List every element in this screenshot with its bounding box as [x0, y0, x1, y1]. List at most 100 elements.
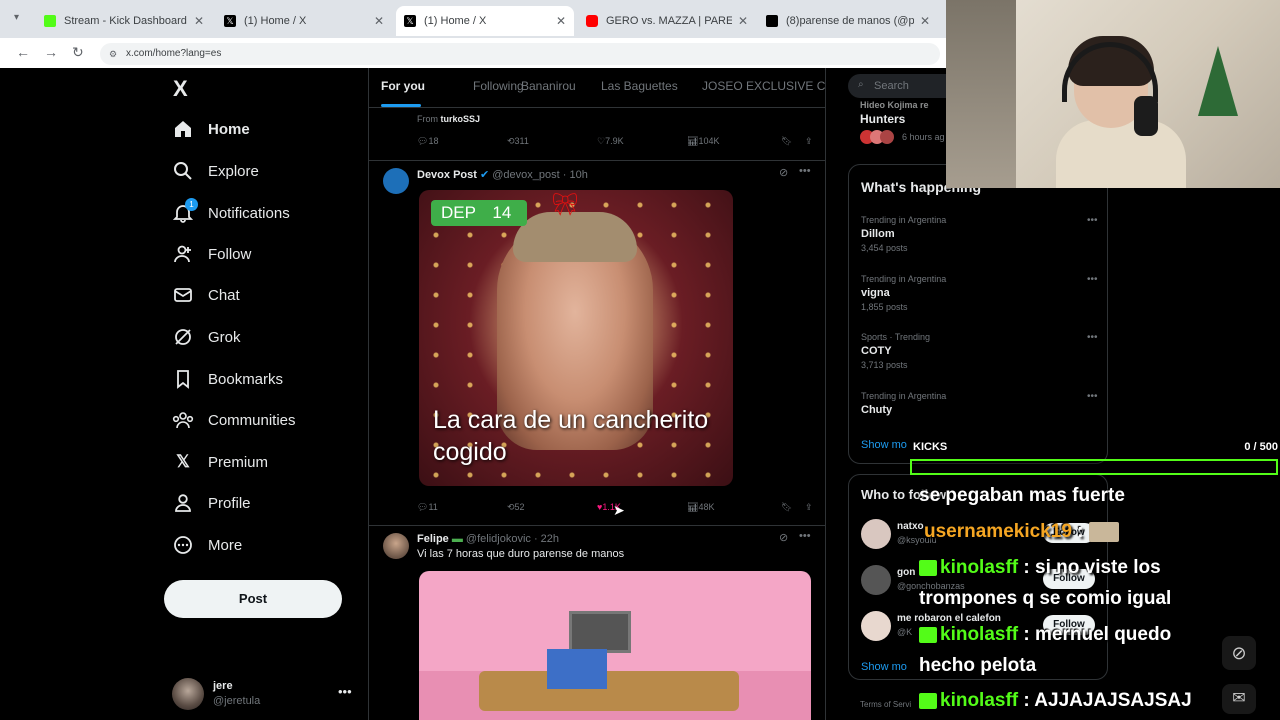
nav-premium[interactable]: 𝕏 Premium	[172, 447, 268, 477]
from-label: From	[417, 114, 438, 124]
terms-link[interactable]: Terms of Servi	[860, 700, 911, 709]
messages-float-icon[interactable]: ✉	[1222, 684, 1256, 714]
hair	[513, 212, 637, 262]
tab-bananirou[interactable]: Bananirou	[521, 79, 576, 93]
close-tab-icon[interactable]: ✕	[374, 14, 384, 28]
show-more-link[interactable]: Show mo	[861, 661, 907, 673]
table-shape	[479, 671, 739, 711]
tweet-felipe[interactable]: Felipe ▬ @felidjokovic · 22h ⊘ ••• Vi la…	[369, 527, 825, 720]
x-favicon-icon: 𝕏	[404, 15, 416, 27]
tab-tiktok-parense[interactable]: (8)parense de manos (@parens ✕	[758, 6, 938, 36]
reload-icon[interactable]: ↻	[72, 44, 84, 61]
forward-icon[interactable]: →	[44, 44, 58, 60]
back-icon[interactable]: ←	[16, 44, 30, 60]
views-button[interactable]: 📊︎ 48K	[687, 502, 714, 513]
chat-text: : mernuel quedo	[1018, 624, 1172, 645]
tab-following[interactable]: Following	[473, 79, 524, 93]
nav-more[interactable]: More	[172, 530, 242, 560]
author-name[interactable]: Devox Post	[417, 169, 477, 181]
avatar[interactable]	[383, 168, 409, 194]
trend-more-icon[interactable]: •••	[1087, 274, 1098, 285]
tweet-devox-post[interactable]: Devox Post ✔ @devox_post · 10h ⊘ ••• DEP…	[369, 162, 825, 526]
trend-posts: 3,713 posts	[861, 360, 908, 370]
grok-explain-icon[interactable]: ⊘	[779, 166, 788, 179]
site-info-icon[interactable]: ⚙	[109, 43, 117, 65]
author-handle[interactable]: @devox_post	[492, 169, 559, 181]
nav-home[interactable]: Home	[172, 114, 250, 144]
nav-communities[interactable]: Communities	[172, 405, 296, 435]
trend-more-icon[interactable]: •••	[1087, 215, 1098, 226]
tab-for-you[interactable]: For you	[381, 79, 425, 93]
nav-follow[interactable]: Follow	[172, 239, 251, 269]
tweet-text: Vi las 7 horas que duro parense de manos	[417, 548, 625, 560]
x-icon: 𝕏	[176, 452, 190, 471]
views-button[interactable]: 📊︎ 104K	[687, 136, 719, 147]
tab-x-home-1[interactable]: 𝕏 (1) Home / X ✕	[216, 6, 392, 36]
repost-button[interactable]: ⟲ 52	[507, 502, 525, 513]
account-handle: @jeretula	[213, 695, 261, 707]
close-tab-icon[interactable]: ✕	[194, 14, 204, 28]
show-more-link[interactable]: Show mo	[861, 439, 907, 451]
reply-button[interactable]: 💬︎ 18	[417, 136, 438, 147]
nav-chat[interactable]: Chat	[172, 280, 240, 310]
home-timeline: For you Following Bananirou Las Baguette…	[368, 68, 826, 720]
account-more-icon[interactable]: •••	[338, 684, 352, 699]
trend-item[interactable]: Trending in Argentina Chuty •••	[861, 391, 1101, 416]
trend-item[interactable]: Trending in Argentina vigna 1,855 posts …	[861, 274, 1101, 312]
bookmark-button[interactable]: 🔖︎	[781, 502, 792, 513]
tweet-more-icon[interactable]: •••	[799, 165, 811, 177]
tweet-media-image[interactable]	[419, 571, 811, 720]
trend-item[interactable]: Sports · Trending COTY 3,713 posts •••	[861, 332, 1101, 370]
author-name[interactable]: Felipe	[417, 533, 449, 545]
close-tab-icon[interactable]: ✕	[920, 14, 930, 28]
x-favicon-icon: 𝕏	[224, 15, 236, 27]
add-person-icon	[172, 243, 194, 265]
trend-more-icon[interactable]: •••	[1087, 332, 1098, 343]
tab-list-icon[interactable]: ▾	[14, 12, 19, 23]
tweet-partial[interactable]: From turkoSSJ 💬︎ 18 ⟲ 311 ♡ 7.9K 📊︎ 104K…	[369, 109, 825, 161]
close-tab-icon[interactable]: ✕	[738, 14, 748, 28]
reply-button[interactable]: 💬︎ 11	[417, 502, 438, 513]
share-button[interactable]: ⇪	[805, 136, 813, 147]
nav-profile[interactable]: Profile	[172, 488, 251, 518]
trend-item[interactable]: Trending in Argentina Dillom 3,454 posts…	[861, 215, 1101, 253]
chat-username: kinolasff	[940, 557, 1019, 578]
tweet-more-icon[interactable]: •••	[799, 530, 811, 542]
reply-count: 11	[428, 502, 438, 512]
account-switcher[interactable]: jere @jeretula •••	[172, 674, 358, 714]
tweet-time[interactable]: · 10h	[563, 169, 588, 181]
tab-joseo-exclusive[interactable]: JOSEO EXCLUSIVE CLU	[702, 79, 825, 93]
tab-title: (1) Home / X	[244, 15, 307, 27]
post-button[interactable]: Post	[164, 580, 342, 618]
chat-message: kinolasff : AJJAJAJSAJSAJ	[919, 690, 1192, 712]
avatar[interactable]	[383, 533, 409, 559]
tab-kick-dashboard[interactable]: Stream - Kick Dashboard ✕	[36, 6, 212, 36]
tweet-header: Devox Post ✔ @devox_post · 10h	[417, 168, 588, 181]
url-text: x.com/home?lang=es	[126, 48, 222, 59]
tweet-media-image[interactable]: DEP 14 🎀︎ La cara de un cancherito cogid…	[419, 190, 733, 486]
bookmark-button[interactable]: 🔖︎	[781, 136, 792, 147]
like-button[interactable]: ♥ 1.1K	[597, 502, 621, 512]
share-button[interactable]: ⇪	[805, 502, 813, 513]
close-tab-icon[interactable]: ✕	[556, 14, 566, 28]
trend-more-icon[interactable]: •••	[1087, 391, 1098, 402]
grok-float-icon[interactable]: ⊘	[1222, 636, 1256, 670]
trend-category: Sports · Trending	[861, 332, 931, 342]
search-icon: ⌕	[858, 79, 864, 90]
author-handle[interactable]: @felidjokovic	[466, 533, 531, 545]
repost-button[interactable]: ⟲ 311	[507, 136, 529, 147]
nav-bookmarks[interactable]: Bookmarks	[172, 364, 283, 394]
tweet-time[interactable]: · 22h	[534, 533, 559, 545]
tab-youtube-gero-mazza[interactable]: GERO vs. MAZZA | PARENSE DE ✕	[578, 6, 756, 36]
url-field[interactable]: ⚙ x.com/home?lang=es	[100, 43, 940, 65]
from-user[interactable]: turkoSSJ	[441, 114, 481, 124]
grok-explain-icon[interactable]: ⊘	[779, 531, 788, 544]
like-button[interactable]: ♡ 7.9K	[597, 136, 624, 147]
nav-explore[interactable]: Explore	[172, 156, 259, 186]
tab-x-home-active[interactable]: 𝕏 (1) Home / X ✕	[396, 6, 574, 36]
x-logo-icon[interactable]: X	[173, 76, 188, 102]
tab-title: (1) Home / X	[424, 15, 487, 27]
nav-grok[interactable]: Grok	[172, 322, 241, 352]
nav-notifications[interactable]: 1 Notifications	[172, 198, 290, 228]
tab-las-baguettes[interactable]: Las Baguettes	[601, 79, 678, 93]
